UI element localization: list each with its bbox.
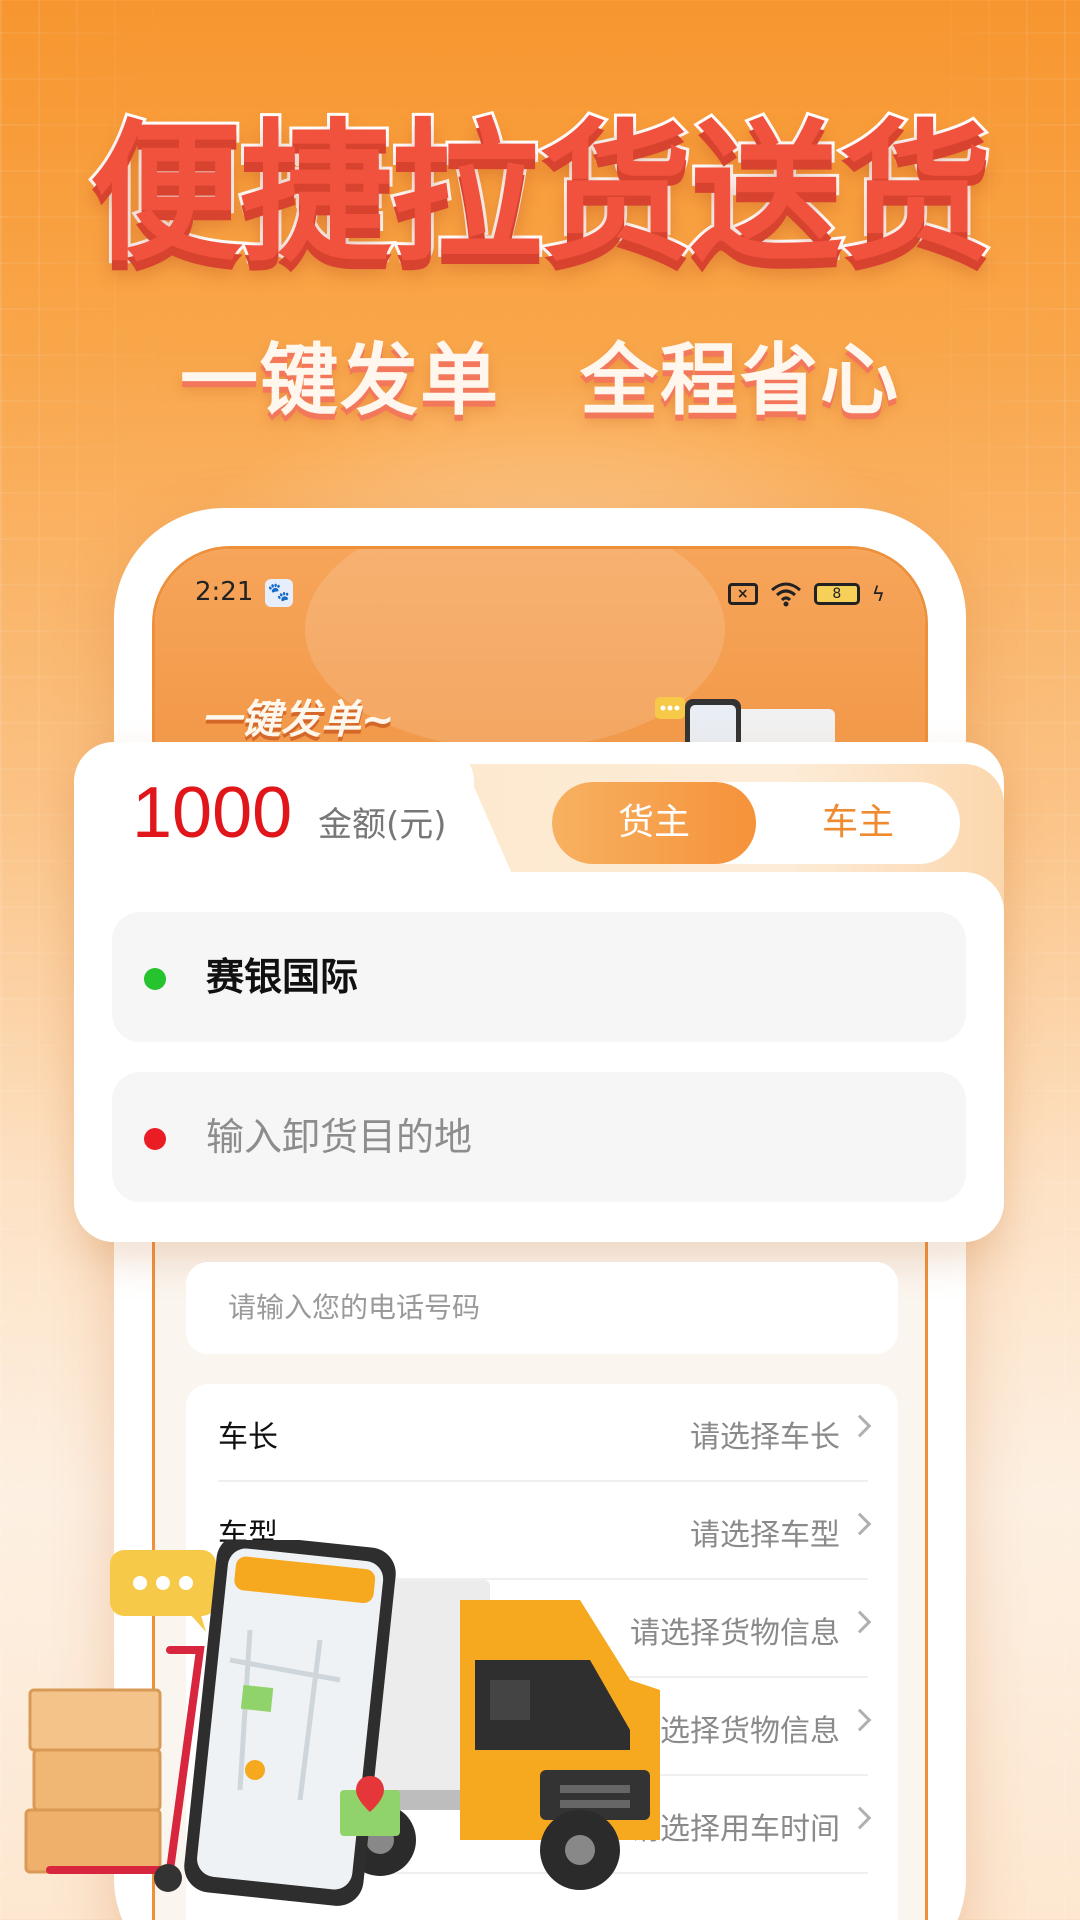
destination-field[interactable]: 输入卸货目的地	[112, 1072, 966, 1202]
status-time: 2:21	[195, 577, 254, 607]
chevron-right-icon	[848, 1708, 872, 1732]
headline-subtitle: 一键发单 全程省心	[0, 342, 1080, 420]
wifi-icon	[770, 582, 801, 607]
destination-placeholder: 输入卸货目的地	[206, 1115, 473, 1159]
subtitle-left: 一键发单	[179, 336, 500, 426]
subtitle-right: 全程省心	[580, 336, 901, 426]
headline-title: 便捷拉货送货	[87, 105, 995, 282]
status-bar: 2:21 🐾 × 8 ϟ	[195, 577, 885, 617]
charging-icon: ϟ	[871, 582, 885, 606]
amount-value: 1000	[132, 773, 293, 853]
toggle-shipper[interactable]: 货主	[552, 782, 756, 864]
origin-dot-icon	[144, 968, 166, 990]
amount-label: 金额(元)	[318, 805, 447, 845]
address-section: 赛银国际 输入卸货目的地	[74, 872, 1004, 1242]
destination-dot-icon	[144, 1128, 166, 1150]
battery-icon: 8	[813, 583, 860, 605]
order-card: 1000 金额(元) 货主 车主 赛银国际 输入卸货目的地	[74, 742, 1004, 1242]
form-label: 车长	[218, 1420, 278, 1455]
role-toggle: 货主 车主	[552, 782, 960, 864]
sim-off-icon: ×	[727, 583, 758, 605]
form-value: 请选择车长	[690, 1420, 840, 1455]
origin-field[interactable]: 赛银国际	[112, 912, 966, 1042]
form-row-vehicle-length[interactable]: 车长 请选择车长	[218, 1384, 872, 1482]
toggle-driver[interactable]: 车主	[756, 782, 960, 864]
baidu-app-icon: 🐾	[265, 579, 293, 607]
hand-truck-icon	[24, 1646, 205, 1892]
chat-bubble-icon	[110, 1550, 216, 1632]
status-icons: × 8 ϟ	[727, 577, 885, 611]
chevron-right-icon	[848, 1414, 872, 1438]
chevron-right-icon	[848, 1512, 872, 1536]
hero-text: 一键发单~	[201, 697, 395, 743]
phone-number-input[interactable]	[186, 1262, 898, 1354]
map-phone-icon	[184, 1540, 396, 1906]
chevron-right-icon	[848, 1806, 872, 1830]
delivery-truck-illustration	[24, 1540, 660, 1906]
origin-text: 赛银国际	[206, 955, 359, 999]
chevron-right-icon	[848, 1610, 872, 1634]
